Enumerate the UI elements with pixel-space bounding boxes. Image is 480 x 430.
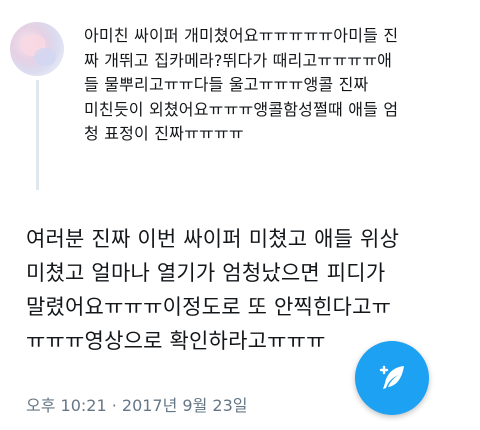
tweet-text: 여러분 진짜 이번 싸이퍼 미쳤고 애들 위상 미쳤고 얼마나 열기가 엄청났으…: [26, 227, 400, 353]
quoted-tweet-text: 아미친 싸이퍼 개미쳤어요ㅠㅠㅠㅠㅠ아미들 진 짜 개뛰고 집카메라?뛰다가 때…: [84, 26, 399, 143]
compose-feather-icon: [379, 365, 404, 389]
compose-tweet-button[interactable]: [355, 341, 429, 415]
thread-line: [36, 80, 39, 190]
avatar[interactable]: [10, 22, 64, 76]
quoted-tweet[interactable]: 아미친 싸이퍼 개미쳤어요ㅠㅠㅠㅠㅠ아미들 진 짜 개뛰고 집카메라?뛰다가 때…: [0, 0, 480, 190]
avatar-overlay: [10, 22, 64, 76]
tweet-timestamp[interactable]: 오후 10:21 · 2017년 9월 23일: [26, 392, 247, 416]
